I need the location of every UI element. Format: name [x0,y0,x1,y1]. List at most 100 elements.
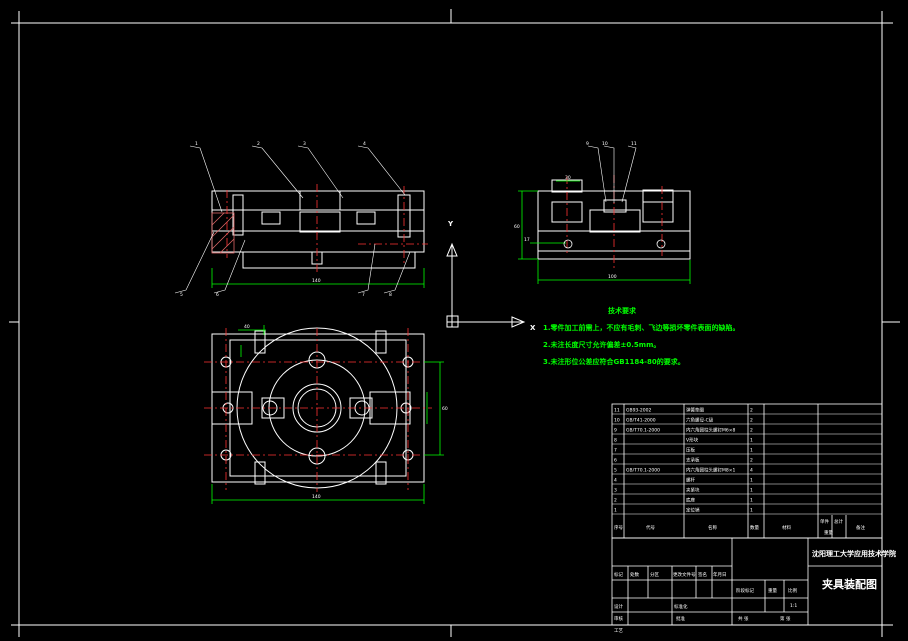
bom-cell: 内六角圆柱头螺钉M8×1 [686,467,736,474]
front-dimension-lines [211,268,425,288]
bom-header-total: 总计 [834,518,843,525]
dim-top-small: 40 [244,324,250,330]
bom-header-no: 序号 [614,524,623,531]
bom-cell: 11 [614,408,620,414]
axis-x-label: X [530,324,536,332]
bom-cell: 螺杆 [686,477,695,484]
bom-cell: V形块 [686,437,699,444]
axis-y-label: Y [447,220,454,228]
bom-cell: 2 [750,408,753,414]
dim-side-left: 17 [524,237,530,243]
bom-cell: 2 [614,498,617,504]
dim-front-width: 140 [312,278,321,284]
bom-header-weight: 重量 [824,529,833,536]
tech-line-2: 2.未注长度尺寸允许偏差±0.5mm。 [543,340,660,349]
bom-header-unit: 单件 [820,518,829,525]
tech-line-1: 1.零件加工前需上，不应有毛刺、飞边等损坏零件表面的缺陷。 [543,323,740,332]
dim-right-height: 60 [442,406,448,412]
bom-cell: 2 [750,418,753,424]
tb-label-design: 设计 [614,603,623,610]
cad-drawing-canvas: 11 GB93-2002 弹簧垫圈 2 10 GB/T41-2000 六角螺母-C级 2 9 GB… [0,0,908,637]
balloon-2: 2 [257,141,260,147]
drawing-title: 夹具装配图 [822,577,877,591]
bom-cell: 1 [750,448,753,454]
tb-label-approve: 批准 [676,615,685,622]
bom-rows: 11 GB93-2002 弹簧垫圈 210 GB/T41-2000 六角螺母-C级 29 GB… [612,407,882,515]
tb-label-standard: 标准化 [674,603,688,610]
tech-title: 技术要求 [608,306,637,315]
cad-drawing: 11 GB93-2002 弹簧垫圈 210 GB/T41-2000 六角螺母-C级 29 GB… [9,9,900,637]
bom-cell: 1 [614,508,617,514]
bom-cell: 定位销 [686,507,700,514]
balloon-11: 11 [631,141,637,147]
balloon-5: 5 [180,292,183,298]
side-bolts [563,239,666,249]
balloon-1: 1 [195,141,198,147]
tb-label-change-doc: 更改文件号 [673,571,696,578]
bom-cell: 6 [614,458,617,464]
dim-top-width: 140 [312,494,321,500]
tb-label-date: 年月日 [713,571,727,578]
bom-header-material: 材料 [782,524,791,531]
bom-cell: 支承板 [686,457,700,464]
balloon-6: 6 [216,292,219,298]
bom-cell: 4 [750,468,753,474]
tb-label-count: 处数 [630,571,639,578]
top-dimension-lines [211,325,444,504]
dim-side-height: 60 [514,224,520,230]
balloon-3: 3 [303,141,306,147]
front-hatch [211,212,235,254]
sheet-frame [9,9,900,637]
scale-value: 1:1 [790,603,797,609]
tb-label-stage: 阶段标记 [736,587,754,594]
tb-label-weight: 重量 [768,587,777,594]
tb-label-total-sheets: 共 张 [738,615,749,622]
bom-cell: GB/T70.1-2000 [626,468,660,474]
tb-label-mark: 标记 [614,571,623,578]
bom-cell: 2 [750,458,753,464]
bom-cell: 弹簧垫圈 [686,407,704,414]
bom-cell: 1 [750,508,753,514]
tb-label-sheet-no: 第 张 [780,615,791,622]
tech-line-3: 3.未注形位公差应符合GB1184-80的要求。 [543,357,685,366]
front-view [211,190,425,269]
bom-cell: 2 [750,428,753,434]
tb-label-sign: 签名 [698,571,707,578]
bom-cell: 内六角圆柱头螺钉M6×8 [686,427,736,434]
balloon-4: 4 [363,141,366,147]
bom-cell: 7 [614,448,617,454]
tb-label-process: 工艺 [614,628,623,634]
tb-label-review: 审核 [614,615,623,622]
bom-cell: 8 [614,438,617,444]
school-name: 沈阳理工大学应用技术学院 [812,549,896,558]
bom-cell: 5 [614,468,617,474]
bom-header-note: 备注 [856,524,865,531]
bom-cell: GB/T70.1-2000 [626,428,660,434]
bom-cell: 1 [750,488,753,494]
top-centerlines [204,328,432,492]
dim-side-width: 100 [608,274,617,280]
ucs-axis-icon [446,242,526,328]
balloon-10: 10 [602,141,608,147]
bom-header-code: 代号 [646,524,655,531]
balloon-8: 8 [389,292,392,298]
side-leader-lines [587,145,637,203]
bom-cell: 10 [614,418,620,424]
bom-cell: 1 [750,478,753,484]
bom-cell: 夹紧块 [686,487,700,494]
tb-label-zone: 分区 [650,571,659,578]
bom-cell: 压板 [686,447,695,454]
bom-cell: 4 [614,478,617,484]
bom-header-name: 名称 [708,524,717,531]
bom-cell: 3 [614,488,617,494]
balloon-9: 9 [586,141,589,147]
bom-cell: 六角螺母-C级 [686,417,714,424]
bom-cell: 9 [614,428,617,434]
tb-label-scale: 比例 [788,587,797,594]
dim-side-small: 30 [565,175,571,181]
bom-cell: 1 [750,438,753,444]
bom-cell: GB/T41-2000 [626,418,656,424]
bom-cell: GB93-2002 [626,408,652,414]
bom-header-qty: 数量 [750,524,759,531]
bom-cell: 底座 [686,497,695,504]
